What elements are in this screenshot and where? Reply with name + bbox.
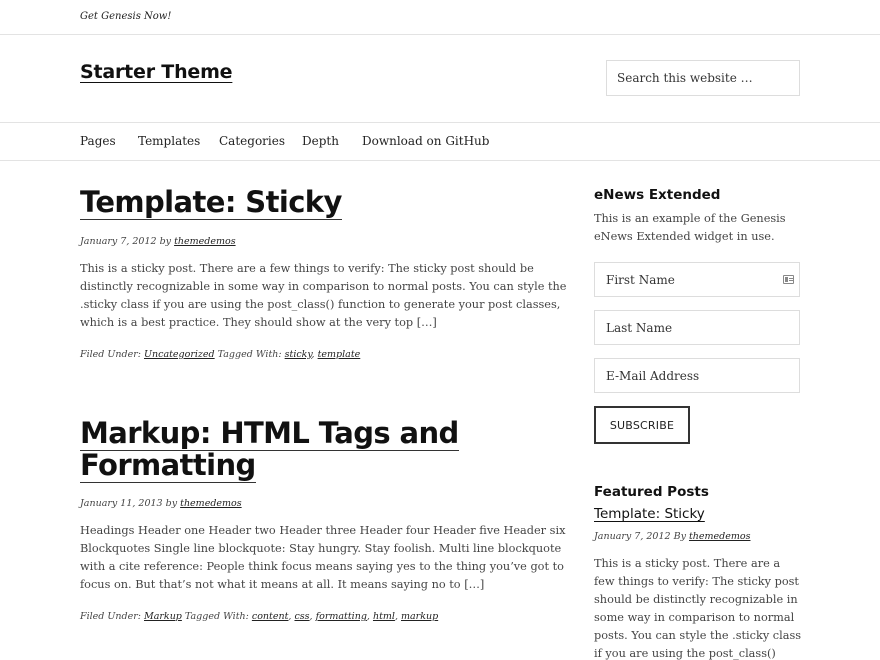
tagged-with-label: Tagged With: <box>217 349 282 360</box>
featured-post-meta: January 7, 2012 By themedemos <box>594 531 750 542</box>
featured-posts-title: Featured Posts <box>594 484 709 500</box>
email-field[interactable]: E-Mail Address <box>594 358 800 393</box>
tag-link[interactable]: formatting <box>316 611 367 622</box>
filed-under-label: Filed Under: <box>80 611 141 622</box>
category-link[interactable]: Uncategorized <box>144 349 215 360</box>
featured-post-by: By <box>673 531 686 542</box>
top-bar: Get Genesis Now! <box>0 0 880 35</box>
nav-item-categories[interactable]: Categories <box>219 134 285 148</box>
tag-link[interactable]: markup <box>401 611 438 622</box>
post-date: January 11, 2013 <box>80 498 163 509</box>
site-title[interactable]: Starter Theme <box>80 61 233 83</box>
featured-post-author-link[interactable]: themedemos <box>689 531 751 542</box>
tag-link[interactable]: sticky <box>285 349 312 360</box>
contact-card-icon[interactable] <box>783 275 794 284</box>
subscribe-button[interactable]: SUBSCRIBE <box>594 406 690 444</box>
post-excerpt: Headings Header one Header two Header th… <box>80 524 566 591</box>
nav-item-templates[interactable]: Templates <box>138 134 200 148</box>
tag-link[interactable]: html <box>373 611 395 622</box>
post-excerpt: This is a sticky post. There are a few t… <box>80 262 567 329</box>
featured-post-title[interactable]: Template: Sticky <box>594 506 705 522</box>
enews-widget-title: eNews Extended <box>594 187 721 203</box>
post-title[interactable]: Markup: HTML Tags and Formatting <box>80 416 459 483</box>
category-link[interactable]: Markup <box>144 611 182 622</box>
tag-link[interactable]: content <box>252 611 289 622</box>
first-name-field[interactable]: First Name <box>594 262 800 297</box>
tag-link[interactable]: template <box>318 349 361 360</box>
last-name-field[interactable]: Last Name <box>594 310 800 345</box>
post-by: by <box>165 498 178 509</box>
first-name-placeholder: First Name <box>606 273 675 287</box>
last-name-placeholder: Last Name <box>606 321 673 335</box>
post-footer-meta: Filed Under: Uncategorized Tagged With: … <box>80 349 361 360</box>
post-footer-meta: Filed Under: Markup Tagged With: content… <box>80 611 439 622</box>
post-by: by <box>159 236 172 247</box>
tagline: Get Genesis Now! <box>80 11 172 22</box>
nav-item-download-github[interactable]: Download on GitHub <box>362 134 489 148</box>
filed-under-label: Filed Under: <box>80 349 141 360</box>
tagged-with-label: Tagged With: <box>184 611 249 622</box>
site-header: Starter Theme <box>0 35 880 123</box>
post-title[interactable]: Template: Sticky <box>80 185 342 220</box>
nav-item-depth[interactable]: Depth <box>302 134 339 148</box>
nav-item-pages[interactable]: Pages <box>80 134 116 148</box>
search-input[interactable] <box>606 60 800 96</box>
tag-link[interactable]: css <box>294 611 309 622</box>
post-meta: January 7, 2012 by themedemos <box>80 236 236 247</box>
post-date: January 7, 2012 <box>80 236 157 247</box>
featured-post-date: January 7, 2012 <box>594 531 671 542</box>
enews-description: This is an example of the Genesis eNews … <box>594 212 786 243</box>
post-meta: January 11, 2013 by themedemos <box>80 498 242 509</box>
post-author-link[interactable]: themedemos <box>174 236 236 247</box>
post-author-link[interactable]: themedemos <box>180 498 242 509</box>
featured-post-excerpt: This is a sticky post. There are a few t… <box>594 557 802 660</box>
email-placeholder: E-Mail Address <box>606 369 700 383</box>
primary-nav: Pages Templates Categories Depth Downloa… <box>0 123 880 161</box>
